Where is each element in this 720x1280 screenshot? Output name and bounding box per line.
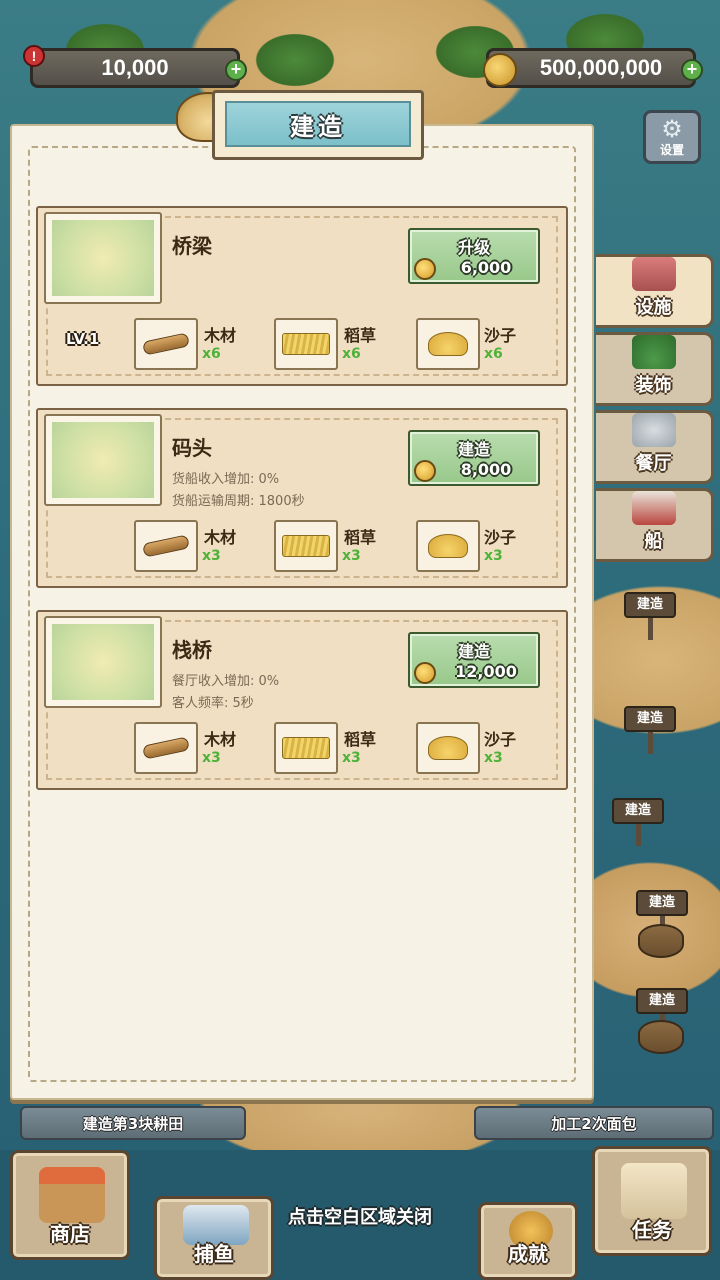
build-sign[interactable]: 建造 <box>636 890 688 938</box>
straw-bale-icon <box>274 722 338 774</box>
tab-decorations[interactable]: 装饰 <box>596 332 714 406</box>
material-name: 木材 <box>204 528 237 547</box>
tab-ship[interactable]: 船 <box>596 488 714 562</box>
building-desc: 餐厅收入增加: 0% <box>172 674 280 689</box>
coin-amount: 500,000,000 <box>539 55 663 80</box>
trestle-image <box>52 624 154 700</box>
nav-label: 成就 <box>508 1242 548 1266</box>
material-qty: x3 <box>202 548 221 564</box>
tasks-button[interactable]: 任务 <box>592 1146 712 1256</box>
sand-pile-icon <box>416 520 480 572</box>
tab-restaurant[interactable]: 餐厅 <box>596 410 714 484</box>
quest-text: 建造第3块耕田 <box>82 1114 184 1133</box>
material-qty: x3 <box>202 750 221 766</box>
building-name: 码头 <box>172 436 212 460</box>
palm-tree <box>250 30 340 90</box>
sand-pile-icon <box>416 722 480 774</box>
material-name: 木材 <box>204 730 237 749</box>
quest-text: 加工2次面包 <box>551 1114 637 1133</box>
material-qty: x3 <box>484 750 503 766</box>
straw-bale-icon <box>274 520 338 572</box>
add-gems-button[interactable]: + <box>225 59 247 81</box>
build-sign[interactable]: 建造 <box>612 798 664 846</box>
house-icon <box>631 257 676 291</box>
material-name: 稻草 <box>344 326 377 345</box>
building-card-bridge: 桥梁 LV.1 升级 6,000 木材 x6 稻草 x6 沙子 x6 <box>36 206 568 386</box>
gem-amount: 10,000 <box>101 55 169 80</box>
scroll-icon <box>621 1163 687 1219</box>
upgrade-button[interactable]: 升级 6,000 <box>408 228 540 284</box>
material-qty: x3 <box>342 548 361 564</box>
coin-icon <box>483 53 517 87</box>
alert-icon: ! <box>23 45 45 67</box>
material-name: 沙子 <box>484 730 517 749</box>
build-sign[interactable]: 建造 <box>636 988 688 1036</box>
christmas-tree-icon <box>631 335 676 369</box>
tab-label: 装饰 <box>635 375 672 396</box>
material-name: 沙子 <box>484 326 517 345</box>
trestle-thumbnail <box>44 616 162 708</box>
button-label: 建造 <box>457 440 490 459</box>
cost-amount: 12,000 <box>455 662 517 681</box>
straw-bale-icon <box>274 318 338 370</box>
quest-left[interactable]: 建造第3块耕田 <box>20 1106 246 1140</box>
coin-counter: 500,000,000 + <box>483 48 703 88</box>
panel-title-banner: 建造 <box>212 90 424 160</box>
material-qty: x3 <box>484 548 503 564</box>
settings-button[interactable]: ⚙ 设置 <box>643 110 701 164</box>
building-desc: 货船运输周期: 1800秒 <box>172 494 305 509</box>
build-sign[interactable]: 建造 <box>624 592 676 640</box>
quest-right[interactable]: 加工2次面包 <box>474 1106 714 1140</box>
tab-label: 船 <box>644 531 663 552</box>
gem-counter: ! 10,000 + <box>23 45 247 88</box>
bridge-thumbnail <box>44 212 162 304</box>
barrel <box>638 924 684 958</box>
bridge-image <box>52 220 154 296</box>
material-qty: x3 <box>342 750 361 766</box>
tab-label: 设施 <box>635 297 672 318</box>
coin-icon <box>414 460 436 482</box>
coin-icon <box>414 662 436 684</box>
material-qty: x6 <box>202 346 221 362</box>
material-name: 沙子 <box>484 528 517 547</box>
pier-image <box>52 422 154 498</box>
ship-icon <box>631 491 676 525</box>
material-name: 稻草 <box>344 528 377 547</box>
tab-facilities[interactable]: 设施 <box>596 254 714 328</box>
tab-label: 餐厅 <box>635 453 672 474</box>
material-name: 木材 <box>204 326 237 345</box>
achievements-button[interactable]: 成就 <box>478 1202 578 1280</box>
cost-amount: 6,000 <box>460 258 512 277</box>
building-desc: 货船收入增加: 0% <box>172 472 280 487</box>
gear-icon: ⚙ <box>661 114 683 143</box>
settings-label: 设置 <box>659 142 684 157</box>
barrel <box>638 1020 684 1054</box>
coin-icon <box>414 258 436 280</box>
material-qty: x6 <box>342 346 361 362</box>
wood-log-icon <box>134 722 198 774</box>
fountain-icon <box>631 413 676 447</box>
build-button[interactable]: 建造 8,000 <box>408 430 540 486</box>
button-label: 升级 <box>457 238 490 257</box>
wood-log-icon <box>134 520 198 572</box>
build-sign[interactable]: 建造 <box>624 706 676 754</box>
build-button[interactable]: 建造 12,000 <box>408 632 540 688</box>
level-label: LV.1 <box>66 330 100 348</box>
panel-title: 建造 <box>225 101 411 147</box>
building-card-trestle: 栈桥 餐厅收入增加: 0% 客人频率: 5秒 建造 12,000 木材 x3 稻… <box>36 610 568 790</box>
building-card-pier: 码头 货船收入增加: 0% 货船运输周期: 1800秒 建造 8,000 木材 … <box>36 408 568 588</box>
button-label: 建造 <box>457 642 490 661</box>
building-name: 桥梁 <box>172 234 212 258</box>
material-qty: x6 <box>484 346 503 362</box>
wood-log-icon <box>134 318 198 370</box>
building-desc: 客人频率: 5秒 <box>172 696 254 711</box>
building-name: 栈桥 <box>172 638 212 662</box>
sand-pile-icon <box>416 318 480 370</box>
nav-label: 捕鱼 <box>194 1242 234 1266</box>
cost-amount: 8,000 <box>460 460 512 479</box>
nav-label: 任务 <box>632 1218 672 1242</box>
material-name: 稻草 <box>344 730 377 749</box>
pier-thumbnail <box>44 414 162 506</box>
add-coins-button[interactable]: + <box>681 59 703 81</box>
